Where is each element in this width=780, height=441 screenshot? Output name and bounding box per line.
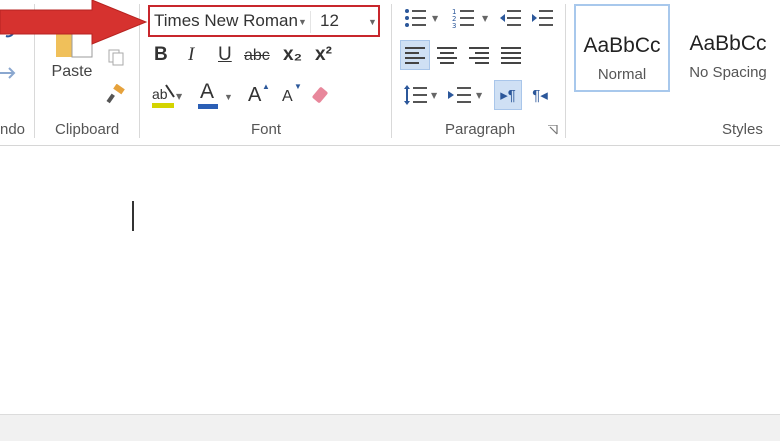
style-no-spacing[interactable]: AaBbCc No Spacing	[680, 4, 776, 92]
rtl-button[interactable]: ¶◂	[526, 80, 554, 110]
align-center-icon	[437, 47, 457, 64]
font-size-dropdown[interactable]: 12	[320, 11, 339, 31]
svg-text:▼: ▼	[176, 92, 182, 101]
style-sample: AaBbCc	[583, 34, 661, 57]
italic-button[interactable]: I	[188, 44, 194, 66]
chevron-down-icon[interactable]: ▼	[368, 17, 377, 27]
chevron-down-icon[interactable]: ▼	[224, 92, 233, 102]
align-center-button[interactable]	[432, 40, 462, 70]
undo-group-label: ndo	[0, 121, 26, 138]
pilcrow-rtl-icon: ¶◂	[532, 87, 548, 104]
align-right-icon	[469, 47, 489, 64]
grow-font-button[interactable]: A	[248, 84, 261, 107]
svg-text:▼: ▼	[482, 14, 489, 23]
highlight-color-button[interactable]: ab ▼	[150, 82, 184, 110]
decrease-indent-button[interactable]	[496, 6, 524, 30]
indent-icon	[532, 10, 553, 26]
svg-text:3: 3	[452, 22, 456, 28]
grow-arrow-icon: ▲	[262, 82, 270, 91]
line-spacing-icon: ▼	[404, 85, 438, 105]
svg-text:ab: ab	[152, 86, 168, 102]
outdent-icon	[500, 10, 521, 26]
justify-button[interactable]	[496, 40, 526, 70]
bullet-list-icon: ▼	[405, 9, 439, 27]
paragraph-group-label: Paragraph	[445, 121, 516, 138]
align-left-icon	[405, 47, 425, 64]
bullets-button[interactable]: ▼	[402, 6, 442, 30]
text-cursor	[132, 201, 134, 231]
ltr-button[interactable]: ▸¶	[494, 80, 522, 110]
highlighter-icon: ab ▼	[152, 84, 182, 108]
line-spacing-button[interactable]: ▼	[402, 82, 440, 108]
style-sample: AaBbCc	[689, 32, 767, 55]
font-color-button[interactable]: A ▼	[196, 80, 233, 110]
eraser-icon	[312, 87, 328, 103]
shading-button[interactable]: ▼	[446, 82, 486, 108]
numbered-list-icon: 1 2 3 ▼	[452, 8, 489, 28]
ribbon: ndo Paste Clipboard Times New Roman ▼ 12…	[0, 0, 780, 146]
font-color-bar	[198, 104, 218, 109]
dialog-launcher-icon[interactable]	[546, 123, 560, 137]
clipboard-group-label: Clipboard	[55, 121, 120, 138]
shrink-arrow-icon: ▼	[294, 82, 302, 91]
numbering-button[interactable]: 1 2 3 ▼	[450, 6, 492, 30]
superscript-button[interactable]: x²	[315, 44, 332, 66]
svg-text:▼: ▼	[432, 14, 439, 23]
align-left-button[interactable]	[400, 40, 430, 70]
separator	[391, 4, 392, 138]
clear-formatting-button[interactable]	[308, 82, 332, 108]
font-color-letter: A	[200, 80, 215, 103]
shading-icon: ▼	[448, 87, 483, 103]
format-painter-icon[interactable]	[104, 82, 128, 106]
font-selector-highlight[interactable]: Times New Roman ▼ 12 ▼	[148, 5, 380, 37]
annotation-arrow	[0, 0, 148, 45]
style-name: No Spacing	[689, 64, 767, 81]
styles-group-label: Styles	[722, 121, 763, 138]
separator	[565, 4, 566, 138]
justify-icon	[501, 47, 521, 64]
font-name-dropdown[interactable]: Times New Roman	[154, 11, 298, 31]
font-group-label: Font	[251, 121, 282, 138]
separator	[310, 11, 311, 33]
shrink-font-button[interactable]: A	[282, 88, 293, 106]
subscript-button[interactable]: x₂	[283, 44, 302, 66]
document-canvas[interactable]	[0, 146, 780, 414]
increase-indent-button[interactable]	[528, 6, 556, 30]
style-normal[interactable]: AaBbCc Normal	[574, 4, 670, 92]
svg-text:▼: ▼	[431, 91, 438, 100]
chevron-down-icon[interactable]: ▼	[298, 17, 307, 27]
strikethrough-button[interactable]: abc	[244, 47, 270, 65]
style-name: Normal	[597, 66, 647, 83]
align-right-button[interactable]	[464, 40, 494, 70]
status-bar	[0, 414, 780, 441]
pilcrow-ltr-icon: ▸¶	[500, 87, 516, 104]
underline-button[interactable]: U	[218, 44, 232, 66]
svg-text:▼: ▼	[476, 91, 483, 100]
